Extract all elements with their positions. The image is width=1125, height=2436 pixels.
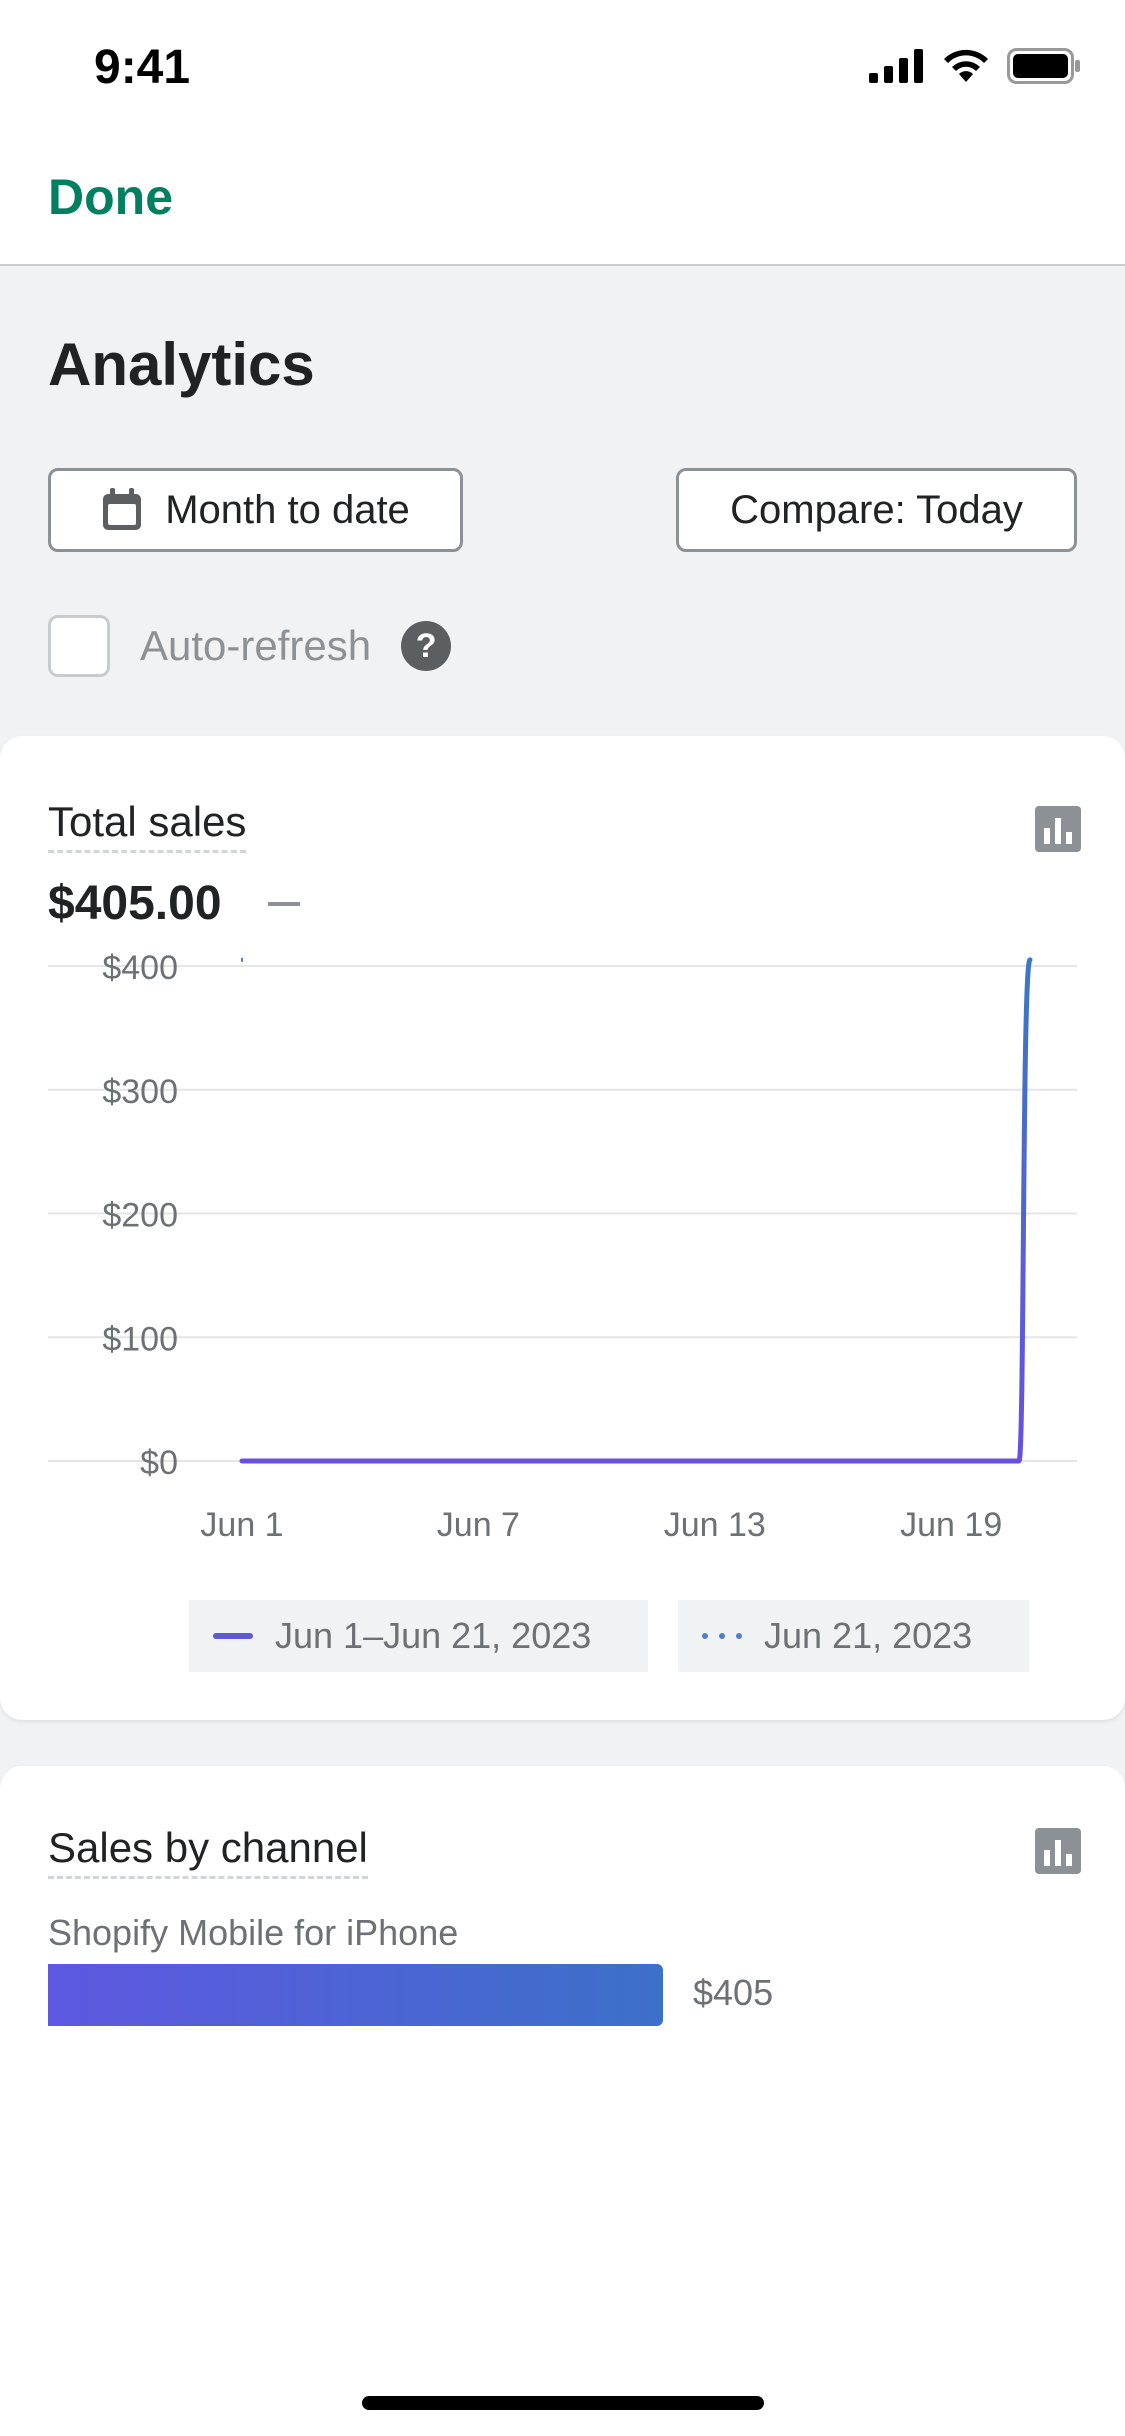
channel-value: $405 — [693, 1972, 774, 2013]
bar-chart-icon[interactable] — [1035, 1828, 1081, 1874]
series-line-current — [239, 957, 1033, 1464]
help-glyph: ? — [415, 626, 437, 665]
auto-refresh-checkbox[interactable] — [48, 615, 110, 677]
legend-current-label: Jun 1–Jun 21, 2023 — [275, 1615, 592, 1656]
channel-bar — [48, 1964, 663, 2026]
help-icon[interactable]: ? — [401, 621, 452, 671]
x-tick-label: Jun 7 — [437, 1506, 520, 1544]
total-sales-chart: $0 $100 $200 $300 $400 Jun 1 Jun 7 Jun 13 Jun 1… — [48, 949, 1077, 1544]
signal-icon — [869, 49, 923, 83]
x-tick-label: Jun 19 — [900, 1506, 1002, 1544]
y-tick-label: $300 — [102, 1073, 178, 1111]
page-title: Analytics — [48, 331, 315, 398]
date-range-label: Month to date — [165, 487, 410, 532]
sales-by-channel-card: Sales by channel Shopify Mobile for iPho… — [0, 1766, 1125, 2436]
y-tick-label: $100 — [102, 1320, 178, 1358]
x-tick-label: Jun 13 — [664, 1506, 766, 1544]
compare-label: Compare: Today — [730, 487, 1023, 532]
status-time: 9:41 — [94, 41, 191, 94]
status-bar: 9:41 — [0, 0, 1125, 140]
sales-by-channel-title[interactable]: Sales by channel — [48, 1824, 368, 1879]
y-tick-label: $400 — [102, 949, 178, 987]
status-icons — [869, 48, 1081, 84]
legend-solid-line — [213, 1633, 253, 1639]
y-tick-label: $0 — [140, 1444, 178, 1482]
date-range-button[interactable]: Month to date — [48, 468, 463, 552]
compare-button[interactable]: Compare: Today — [676, 468, 1077, 552]
done-button[interactable]: Done — [48, 168, 173, 226]
calendar-icon — [103, 488, 142, 530]
legend-current-period[interactable]: Jun 1–Jun 21, 2023 — [189, 1600, 648, 1672]
total-sales-card: Total sales $405.00 $0 $100 $200 $300 $400 J… — [0, 736, 1125, 1720]
battery-icon — [1007, 48, 1080, 84]
wifi-icon — [944, 49, 988, 82]
x-tick-label: Jun 1 — [200, 1506, 283, 1544]
channel-name: Shopify Mobile for iPhone — [48, 1912, 459, 1953]
auto-refresh-row: Auto-refresh ? — [48, 614, 452, 678]
legend-compare-period[interactable]: Jun 21, 2023 — [678, 1600, 1029, 1672]
y-tick-label: $200 — [102, 1197, 178, 1235]
home-indicator — [362, 2396, 764, 2410]
nav-bar: Done — [0, 140, 1125, 266]
legend-compare-label: Jun 21, 2023 — [764, 1615, 973, 1656]
legend-dotted-line — [702, 1633, 742, 1639]
auto-refresh-label: Auto-refresh — [140, 622, 372, 669]
